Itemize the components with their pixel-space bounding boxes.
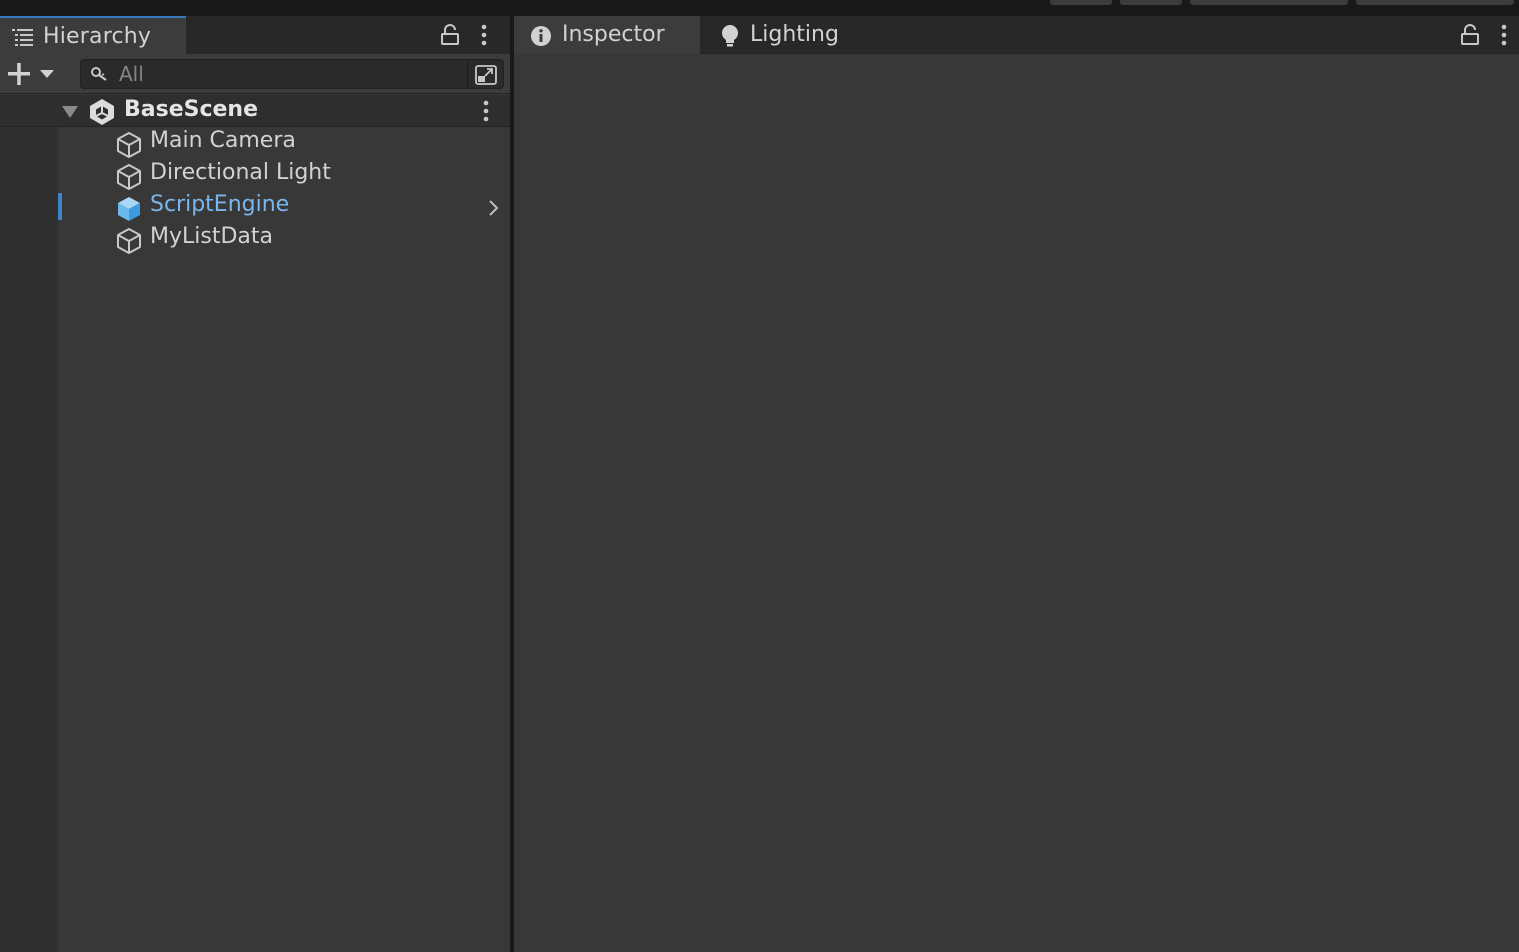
search-divider — [467, 60, 468, 88]
hierarchy-item-label: Directional Light — [150, 160, 331, 185]
hierarchy-tabbar: Hierarchy — [0, 16, 510, 54]
add-object-button[interactable] — [6, 61, 58, 91]
tab-inspector[interactable]: Inspector — [514, 16, 700, 54]
top-toolbar-strip — [0, 0, 1519, 16]
toolbar-button[interactable] — [1050, 0, 1112, 5]
toolbar-dropdown[interactable] — [1356, 0, 1514, 5]
hierarchy-panel: Hierarchy All BaseScene Main Camera Dire… — [0, 16, 510, 952]
toolbar-dropdown[interactable] — [1190, 0, 1348, 5]
lightbulb-icon — [720, 24, 740, 52]
inspector-content-area — [514, 54, 1519, 952]
toolbar-button[interactable] — [1120, 0, 1182, 5]
tree-indent-gutter — [0, 127, 58, 952]
gameobject-icon — [115, 227, 143, 259]
search-icon — [90, 66, 110, 86]
list-icon — [12, 28, 34, 50]
tab-label: Lighting — [750, 22, 839, 47]
scene-header-row[interactable]: BaseScene — [0, 95, 510, 127]
hierarchy-item-selected[interactable]: ScriptEngine — [58, 191, 510, 223]
hierarchy-toolbar — [0, 54, 510, 94]
hierarchy-item-label: MyListData — [150, 224, 273, 249]
scene-visibility-toggle-icon[interactable] — [474, 63, 498, 91]
foldout-arrow-down-icon[interactable] — [61, 104, 79, 123]
search-box[interactable] — [80, 59, 504, 89]
scene-menu-icon[interactable] — [481, 100, 491, 126]
hierarchy-item-label: Main Camera — [150, 128, 296, 153]
search-input[interactable] — [117, 62, 457, 86]
hierarchy-item[interactable]: Main Camera — [58, 127, 510, 159]
hierarchy-item[interactable]: MyListData — [58, 223, 510, 255]
hierarchy-item[interactable]: Directional Light — [58, 159, 510, 191]
tab-label: Hierarchy — [43, 24, 152, 49]
inspector-tabbar: Inspector Lighting — [514, 16, 1519, 54]
selection-marker — [58, 193, 62, 220]
lock-icon[interactable] — [1460, 24, 1480, 50]
lock-icon[interactable] — [440, 24, 460, 50]
info-icon — [530, 25, 552, 51]
tab-label: Inspector — [562, 22, 665, 47]
scene-name: BaseScene — [124, 97, 259, 122]
tab-lighting[interactable]: Lighting — [704, 16, 864, 54]
inspector-panel: Inspector Lighting — [514, 16, 1519, 952]
unity-scene-icon — [88, 98, 116, 130]
tab-hierarchy[interactable]: Hierarchy — [0, 16, 186, 54]
chevron-right-icon[interactable] — [488, 199, 500, 221]
kebab-menu-icon[interactable] — [479, 24, 489, 50]
kebab-menu-icon[interactable] — [1499, 24, 1509, 50]
hierarchy-item-label: ScriptEngine — [150, 192, 290, 217]
